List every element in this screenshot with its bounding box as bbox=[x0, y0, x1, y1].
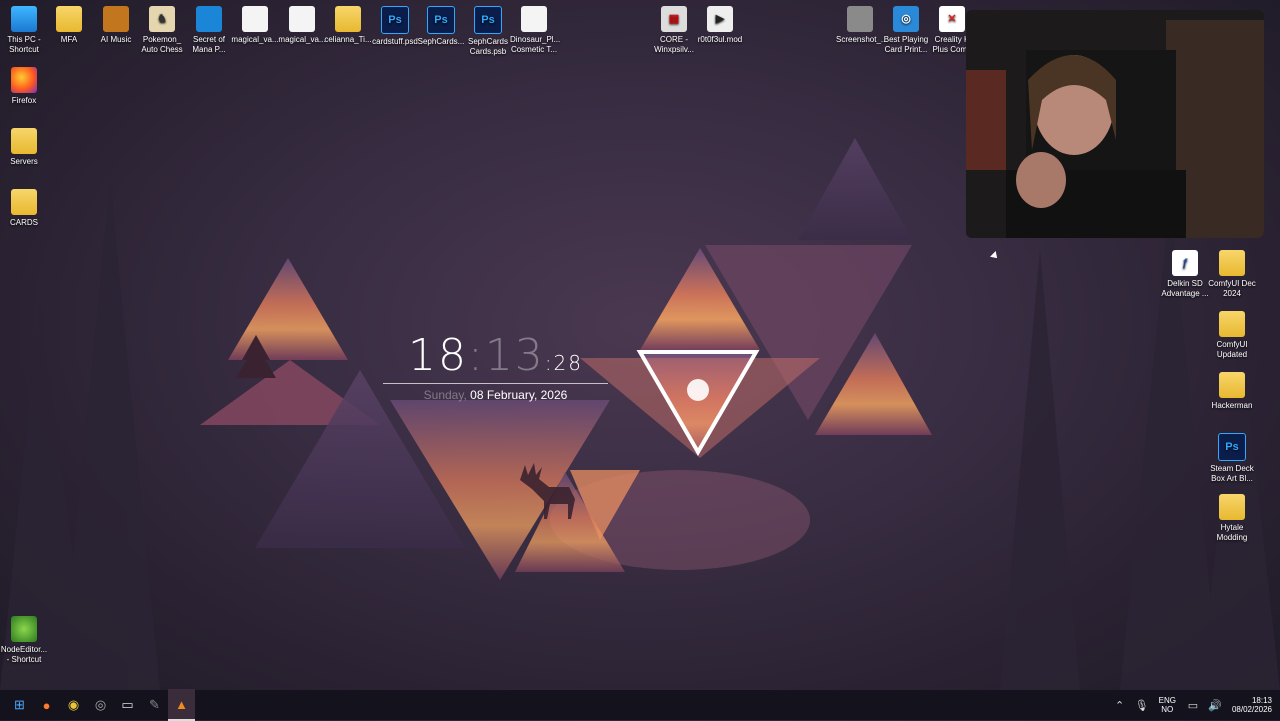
desktop-icon-delkin[interactable]: ƒ Delkin SD Advantage ... bbox=[1161, 250, 1209, 299]
firefox-icon bbox=[11, 67, 37, 93]
desktop-icon-ai-music[interactable]: AI Music bbox=[92, 6, 140, 45]
desktop-icon-magical-va-2[interactable]: magical_va... bbox=[278, 6, 326, 45]
folder-icon bbox=[11, 128, 37, 154]
taskbar-clock[interactable]: 18:13 08/02/2026 bbox=[1232, 696, 1272, 714]
pokemon-icon: ♞ bbox=[149, 6, 175, 32]
nexo-icon: ◎ bbox=[893, 6, 919, 32]
taskbar-chrome-alt[interactable]: ◎ bbox=[87, 690, 114, 720]
taskbar-pen[interactable]: ✎ bbox=[141, 690, 168, 720]
this-pc-icon bbox=[11, 6, 37, 32]
delkin-icon: ƒ bbox=[1172, 250, 1198, 276]
taskbar-firefox[interactable]: ● bbox=[33, 690, 60, 720]
webcam-person bbox=[966, 10, 1264, 238]
desktop-icon-servers[interactable]: Servers bbox=[0, 128, 48, 167]
network-icon[interactable]: ▭ bbox=[1182, 699, 1204, 712]
chevron-up-icon[interactable]: ⌃ bbox=[1109, 699, 1131, 712]
desktop-icon-cardstuff[interactable]: Ps cardstuff.psd bbox=[371, 6, 419, 47]
document-icon bbox=[289, 6, 315, 32]
document-icon bbox=[521, 6, 547, 32]
taskbar-chrome[interactable]: ◉ bbox=[60, 690, 87, 720]
desktop-icon-steam-deck[interactable]: Ps Steam Deck Box Art Bl... bbox=[1208, 433, 1256, 484]
photoshop-icon: Ps bbox=[474, 6, 502, 34]
core-icon: ▤ bbox=[661, 6, 687, 32]
desktop-icon-hackerman[interactable]: Hackerman bbox=[1208, 372, 1256, 411]
taskbar-vlc[interactable]: ▲ bbox=[168, 689, 195, 721]
desktop-icon-this-pc[interactable]: This PC - Shortcut bbox=[0, 6, 48, 55]
desktop-icon-comfyui-dec[interactable]: ComfyUI Dec 2024 bbox=[1208, 250, 1256, 299]
clock-time: 18:13:28 bbox=[407, 330, 583, 381]
desktop-icon-playing-card[interactable]: ◎ Best Playing Card Print... bbox=[882, 6, 930, 55]
system-tray: ⌃ 🎙 ENG NO ▭ 🔊 18:13 08/02/2026 bbox=[1109, 690, 1280, 720]
node-editor-icon bbox=[11, 616, 37, 642]
volume-icon[interactable]: 🔊 bbox=[1204, 699, 1226, 712]
folder-icon bbox=[1219, 494, 1245, 520]
desktop-icon-sephcards[interactable]: Ps SephCards... bbox=[417, 6, 465, 47]
folder-icon bbox=[11, 189, 37, 215]
photoshop-icon: Ps bbox=[1218, 433, 1246, 461]
desktop-icon-core[interactable]: ▤ CORE - Winxpsilv... bbox=[650, 6, 698, 55]
desktop-icon-mfa[interactable]: MFA bbox=[45, 6, 93, 45]
desktop-icon-cards[interactable]: CARDS bbox=[0, 189, 48, 228]
folder-icon bbox=[1219, 250, 1245, 276]
desktop-icon-node-editor[interactable]: NodeEditor... - Shortcut bbox=[0, 616, 48, 665]
desktop-icon-hytale[interactable]: Hytale Modding bbox=[1208, 494, 1256, 543]
desktop-icon-mod[interactable]: ▶ r0t0f3ul.mod bbox=[696, 6, 744, 45]
microphone-icon[interactable]: 🎙 bbox=[1131, 699, 1153, 712]
folder-icon bbox=[335, 6, 361, 32]
folder-icon bbox=[1219, 372, 1245, 398]
taskbar: ⊞ ● ◉ ◎ ▭ ✎ ▲ ⌃ 🎙 ENG NO ▭ 🔊 18:13 08/02… bbox=[0, 689, 1280, 721]
clock-divider bbox=[383, 383, 608, 384]
start-button[interactable]: ⊞ bbox=[6, 690, 33, 720]
chrome-icon: ◉ bbox=[67, 697, 80, 712]
desktop-icon-pokemon[interactable]: ♞ Pokemon_ Auto Chess bbox=[138, 6, 186, 55]
folder-icon bbox=[56, 6, 82, 32]
desktop-icon-comfyui-updated[interactable]: ComfyUI Updated bbox=[1208, 311, 1256, 360]
desktop-icon-dinosaur[interactable]: Dinosaur_Pl... Cosmetic T... bbox=[510, 6, 560, 55]
photoshop-icon: Ps bbox=[381, 6, 409, 34]
mouse-cursor bbox=[990, 251, 1000, 261]
photoshop-icon: Ps bbox=[427, 6, 455, 34]
desktop-icon-screenshot[interactable]: Screenshot_... bbox=[836, 6, 888, 45]
mod-icon: ▶ bbox=[707, 6, 733, 32]
desktop-icon-celianna[interactable]: celianna_Ti... bbox=[324, 6, 372, 45]
folder-icon bbox=[103, 6, 129, 32]
taskbar-terminal[interactable]: ▭ bbox=[114, 690, 141, 720]
clock-widget: 18:13:28 Sunday, 08 February, 2026 bbox=[383, 330, 608, 402]
screenshot-icon bbox=[847, 6, 873, 32]
language-indicator[interactable]: ENG NO bbox=[1159, 696, 1176, 714]
document-icon bbox=[242, 6, 268, 32]
chrome-alt-icon: ◎ bbox=[94, 697, 107, 712]
clock-date: Sunday, 08 February, 2026 bbox=[423, 388, 568, 402]
firefox-icon: ● bbox=[42, 697, 51, 713]
folder-icon bbox=[1219, 311, 1245, 337]
desktop-icon-firefox[interactable]: Firefox bbox=[0, 67, 48, 106]
desktop-icon-sephcards-psb[interactable]: Ps SephCards Cards.psb bbox=[464, 6, 512, 57]
desktop-icon-magical-va-1[interactable]: magical_va... bbox=[231, 6, 279, 45]
desktop-icon-secret-of-mana[interactable]: Secret of Mana P... bbox=[185, 6, 233, 55]
pen-icon: ✎ bbox=[149, 697, 160, 712]
windows-start-icon: ⊞ bbox=[14, 697, 25, 712]
app-icon bbox=[196, 6, 222, 32]
creality-icon: ✕ bbox=[939, 6, 965, 32]
terminal-icon: ▭ bbox=[121, 697, 134, 712]
vlc-icon: ▲ bbox=[175, 696, 188, 712]
webcam-overlay bbox=[966, 10, 1264, 238]
